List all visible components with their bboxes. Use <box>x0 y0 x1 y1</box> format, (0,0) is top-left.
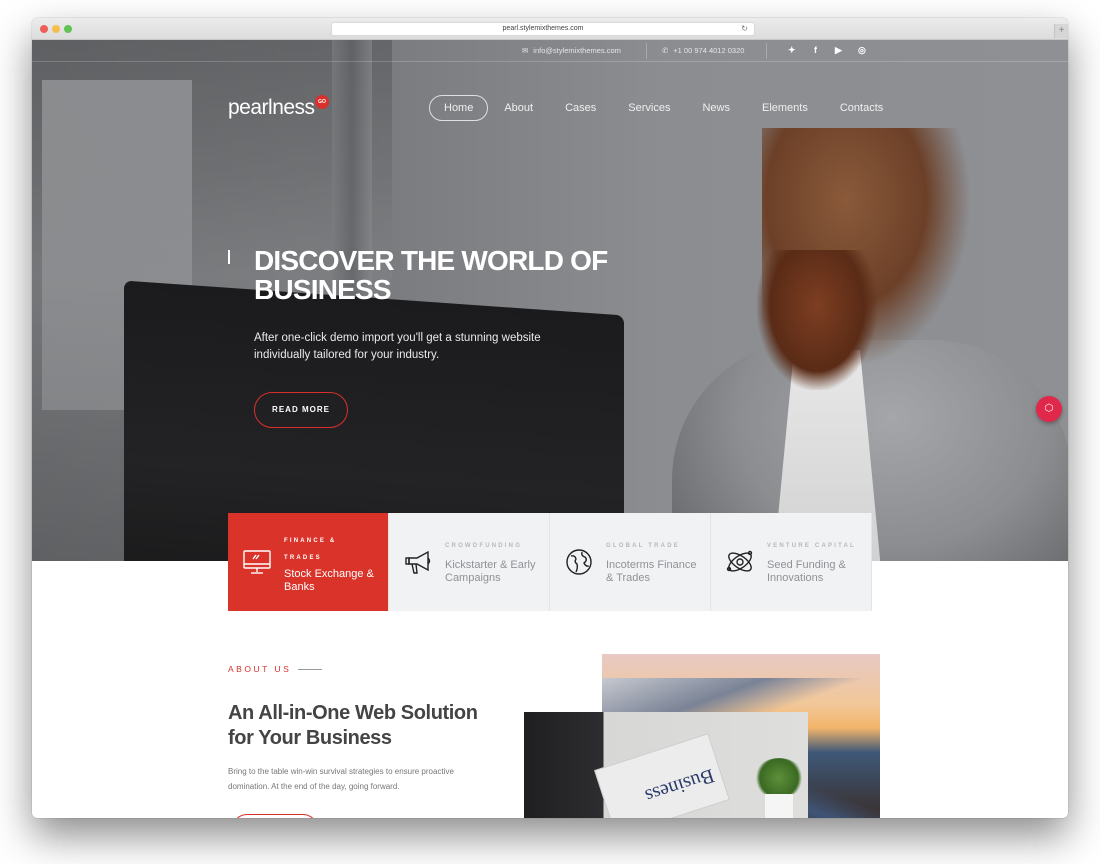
divider <box>646 43 647 59</box>
divider <box>766 43 767 59</box>
nav-home[interactable]: Home <box>429 95 489 121</box>
address-bar[interactable]: pearl.stylemixthemes.com ↻ <box>331 22 755 36</box>
email-contact[interactable]: ✉ info@stylemixthemes.com <box>522 46 621 55</box>
about-text: Bring to the table win-win survival stra… <box>228 767 454 791</box>
atom-icon <box>726 550 753 572</box>
phone-icon: ✆ <box>662 46 669 55</box>
about-title: An All-in-One Web Solution for Your Busi… <box>228 702 478 749</box>
service-card-global-trade[interactable]: GLOBAL TRADE Incoterms Finance & Trades <box>550 513 711 611</box>
service-card-crowdfunding[interactable]: CROWDFUNDING Kickstarter & Early Campaig… <box>389 513 550 611</box>
service-card-finance[interactable]: FINANCE & TRADES Stock Exchange & Banks <box>228 513 389 611</box>
plant-pot <box>765 794 793 818</box>
read-more-button[interactable]: READ MORE <box>254 392 348 428</box>
main-navigation: Home About Cases Services News Elements … <box>429 95 915 121</box>
hero-accent-bar <box>228 250 230 264</box>
megaphone-icon <box>405 550 431 574</box>
globe-icon <box>566 549 592 575</box>
plant-image <box>754 758 804 798</box>
maximize-window-button[interactable] <box>64 25 72 33</box>
facebook-icon[interactable]: f <box>814 45 817 55</box>
twitter-icon[interactable]: ✦ <box>788 45 796 56</box>
hero-subtitle: After one-click demo import you'll get a… <box>254 332 541 361</box>
new-tab-button[interactable]: + <box>1054 24 1068 38</box>
service-card-venture-capital[interactable]: VENTURE CAPITAL Seed Funding & Innovatio… <box>711 513 872 611</box>
service-title: Kickstarter & Early Campaigns <box>445 559 536 584</box>
phone-contact[interactable]: ✆ +1 00 974 4012 0320 <box>662 46 744 55</box>
hero-person-beard <box>757 250 877 390</box>
envelope-icon: ✉ <box>522 46 529 55</box>
url-text: pearl.stylemixthemes.com <box>502 25 584 32</box>
services-strip: FINANCE & TRADES Stock Exchange & Banks … <box>228 513 872 611</box>
nav-services[interactable]: Services <box>628 96 670 120</box>
phone-number[interactable]: +1 00 974 4012 0320 <box>673 46 744 55</box>
service-title: Stock Exchange & Banks <box>284 568 374 593</box>
browser-window: pearl.stylemixthemes.com ↻ + ✉ info@styl… <box>32 18 1068 818</box>
site-logo[interactable]: pearlness <box>228 96 315 120</box>
top-info-bar: ✉ info@stylemixthemes.com ✆ +1 00 974 40… <box>32 40 1068 62</box>
nav-elements[interactable]: Elements <box>762 96 808 120</box>
monitor-icon <box>243 550 271 574</box>
about-section-label: ABOUT US <box>228 664 292 674</box>
service-category: CROWDFUNDING <box>445 543 523 549</box>
nav-about[interactable]: About <box>504 96 533 120</box>
hero-section: ✉ info@stylemixthemes.com ✆ +1 00 974 40… <box>32 40 1068 561</box>
browser-titlebar: pearl.stylemixthemes.com ↻ + <box>32 18 1068 40</box>
nav-news[interactable]: News <box>702 96 730 120</box>
layers-fab-button[interactable]: ⬡ <box>1036 396 1062 422</box>
hero-title: DISCOVER THE WORLD OF BUSINESS <box>254 245 608 305</box>
newspaper-headline: Business <box>642 764 717 808</box>
reload-icon[interactable]: ↻ <box>741 23 748 35</box>
nav-contacts[interactable]: Contacts <box>840 96 883 120</box>
about-label-line <box>298 669 322 670</box>
about-button[interactable] <box>232 814 318 818</box>
email-address[interactable]: info@stylemixthemes.com <box>533 46 621 55</box>
close-window-button[interactable] <box>40 25 48 33</box>
service-title: Incoterms Finance & Trades <box>606 559 697 584</box>
service-category: VENTURE CAPITAL <box>767 543 856 549</box>
logo-badge: GO <box>315 95 329 109</box>
minimize-window-button[interactable] <box>52 25 60 33</box>
youtube-icon[interactable]: ▶ <box>835 45 842 56</box>
service-category: GLOBAL TRADE <box>606 543 680 549</box>
service-category: FINANCE & TRADES <box>284 538 337 561</box>
instagram-icon[interactable]: ◎ <box>858 45 866 56</box>
service-title: Seed Funding & Innovations <box>767 559 846 584</box>
nav-cases[interactable]: Cases <box>565 96 596 120</box>
